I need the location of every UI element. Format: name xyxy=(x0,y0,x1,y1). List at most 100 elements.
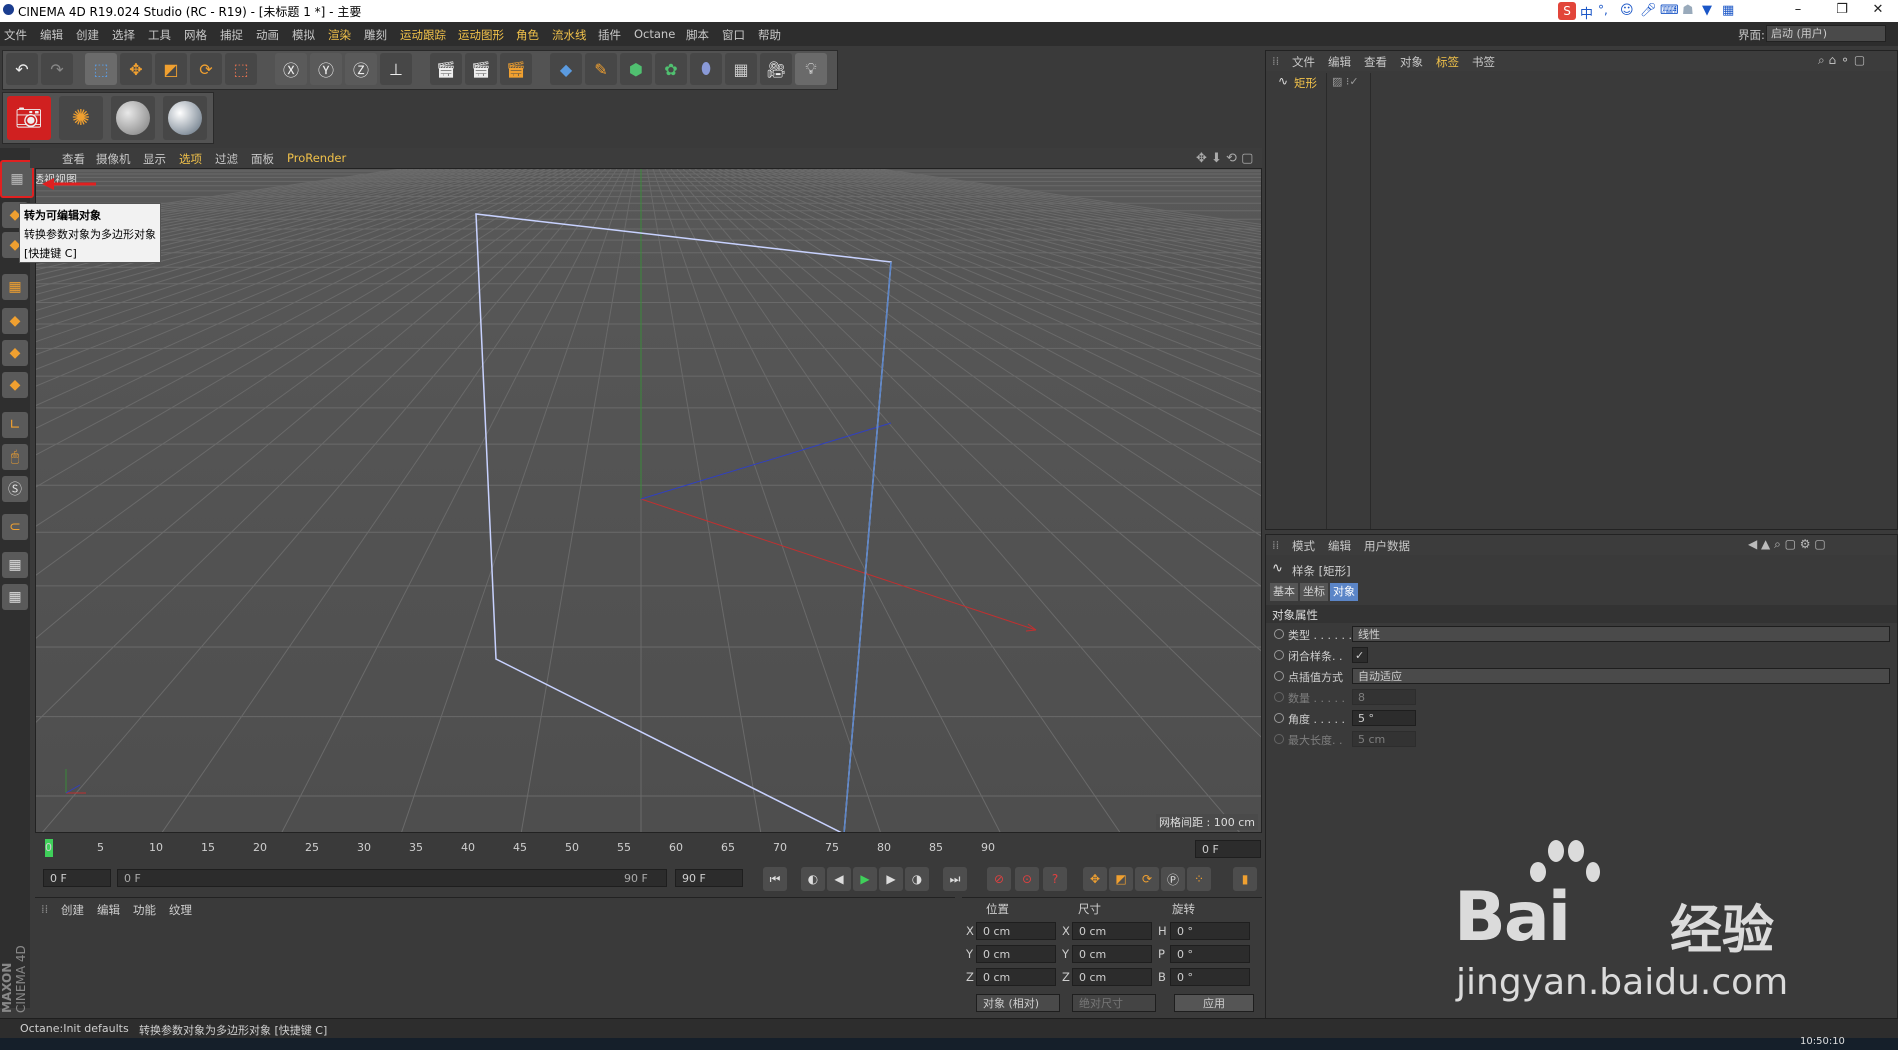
render-picture-viewer-button[interactable]: 🎬︎ xyxy=(465,53,497,85)
keyframe-selection-icon[interactable]: ? xyxy=(1043,867,1067,891)
size-y-field[interactable]: 0 cm xyxy=(1072,945,1152,963)
om-tab-tags[interactable]: 标签 xyxy=(1436,54,1459,70)
octane-live-viewer-icon[interactable]: 📷︎ xyxy=(7,96,51,140)
next-frame-icon[interactable]: ▶ xyxy=(879,867,903,891)
cloner-button[interactable]: ✿ xyxy=(655,53,687,85)
subtab-basic[interactable]: 基本 xyxy=(1270,583,1298,601)
key-parameter-icon[interactable]: Ⓟ xyxy=(1161,867,1185,891)
redo-button[interactable]: ↷ xyxy=(41,53,73,85)
menu-file[interactable]: 文件 xyxy=(4,27,27,43)
vp-nav-icons[interactable]: ✥ ⬇ ⟲ ▢ xyxy=(1196,151,1253,166)
skin-icon[interactable]: ▼ xyxy=(1702,3,1712,18)
menu-help[interactable]: 帮助 xyxy=(758,27,781,43)
close-button[interactable]: ✕ xyxy=(1858,2,1898,20)
mat-tab-edit[interactable]: 编辑 xyxy=(97,902,120,918)
menu-motion-tracking[interactable]: 运动跟踪 xyxy=(400,27,446,43)
frame-range-slider[interactable]: 0 F 90 F xyxy=(117,869,667,887)
object-item[interactable]: ∿ 矩形 xyxy=(1270,73,1326,91)
visibility-toggle-icon[interactable]: ▨ ⁝✓ xyxy=(1332,75,1359,88)
menu-edit[interactable]: 编辑 xyxy=(40,27,63,43)
menu-animate[interactable]: 动画 xyxy=(256,27,279,43)
camera-button[interactable]: 🎥︎ xyxy=(760,53,792,85)
end-frame-field[interactable]: 90 F xyxy=(675,869,743,887)
timeline-ruler[interactable]: 0 5 10 15 20 25 30 35 40 45 50 55 60 65 70 75 80 85 90 0 F xyxy=(35,836,1262,862)
z-axis-lock-button[interactable]: Ⓩ xyxy=(345,53,377,85)
menu-plugins[interactable]: 插件 xyxy=(598,27,621,43)
play-icon[interactable]: ▶ xyxy=(853,867,877,891)
radio-icon[interactable] xyxy=(1274,713,1284,723)
x-axis-lock-button[interactable]: Ⓧ xyxy=(275,53,307,85)
rotate-tool-button[interactable]: ⟳ xyxy=(190,53,222,85)
vp-menu-filter[interactable]: 过滤 xyxy=(215,151,238,167)
rot-b-field[interactable]: 0 ° xyxy=(1170,968,1250,986)
polygons-mode-button[interactable]: ◆ xyxy=(2,372,28,398)
current-frame-field[interactable]: 0 F xyxy=(1195,840,1261,858)
pos-y-field[interactable]: 0 cm xyxy=(976,945,1056,963)
menu-mograph[interactable]: 运动图形 xyxy=(458,27,504,43)
prev-frame-icon[interactable]: ◀ xyxy=(827,867,851,891)
pos-z-field[interactable]: 0 cm xyxy=(976,968,1056,986)
menu-render[interactable]: 渲染 xyxy=(328,27,351,43)
menu-select[interactable]: 选择 xyxy=(112,27,135,43)
octane-glossy-material-icon[interactable] xyxy=(163,96,207,140)
mat-tab-create[interactable]: 创建 xyxy=(61,902,84,918)
vp-menu-prorender[interactable]: ProRender xyxy=(287,151,346,165)
om-tab-object[interactable]: 对象 xyxy=(1400,54,1423,70)
menu-tools[interactable]: 工具 xyxy=(148,27,171,43)
auto-key-icon[interactable]: ⊙ xyxy=(1015,867,1039,891)
move-tool-button[interactable]: ✥ xyxy=(120,53,152,85)
record-keys-icon[interactable]: ⊘ xyxy=(987,867,1011,891)
timeline-window-icon[interactable]: ▮ xyxy=(1233,867,1257,891)
angle-field[interactable]: 5 ° xyxy=(1352,710,1416,726)
menu-character[interactable]: 角色 xyxy=(516,27,539,43)
ime-toolbar[interactable]: S 中 °, ☺ 🎤︎ ⌨ ☗ ▼ ▦ xyxy=(1558,2,1758,22)
mic-icon[interactable]: 🎤︎ xyxy=(1640,3,1657,18)
select-tool-button[interactable]: ⬚ xyxy=(85,53,117,85)
octane-diffuse-material-icon[interactable] xyxy=(111,96,155,140)
sogou-icon[interactable]: S xyxy=(1558,2,1576,20)
vp-menu-display[interactable]: 显示 xyxy=(143,151,166,167)
radio-icon[interactable] xyxy=(1274,650,1284,660)
start-frame-field[interactable]: 0 F xyxy=(43,869,111,887)
snap-button[interactable]: Ⓢ xyxy=(2,476,28,502)
pen-spline-button[interactable]: ✎ xyxy=(585,53,617,85)
y-axis-lock-button[interactable]: Ⓨ xyxy=(310,53,342,85)
keyboard-icon[interactable]: ⌨ xyxy=(1660,3,1679,18)
goto-start-icon[interactable]: ⏮ xyxy=(763,867,787,891)
workplane-button[interactable]: ▦ xyxy=(2,274,28,300)
deformer-button[interactable]: ⬮ xyxy=(690,53,722,85)
mat-tab-function[interactable]: 功能 xyxy=(133,902,156,918)
rot-p-field[interactable]: 0 ° xyxy=(1170,945,1250,963)
prev-key-icon[interactable]: ◐ xyxy=(801,867,825,891)
light-button[interactable]: 💡︎ xyxy=(795,53,827,85)
vp-menu-view[interactable]: 查看 xyxy=(62,151,85,167)
menu-create[interactable]: 创建 xyxy=(76,27,99,43)
floor-button[interactable]: ▦ xyxy=(725,53,757,85)
om-tab-view[interactable]: 查看 xyxy=(1364,54,1387,70)
am-nav-icons[interactable]: ◀ ▲ ⌕ ▢ ⚙ ▢ xyxy=(1748,537,1826,552)
mat-tab-texture[interactable]: 纹理 xyxy=(169,902,192,918)
key-scale-icon[interactable]: ◩ xyxy=(1109,867,1133,891)
minimize-button[interactable]: – xyxy=(1778,2,1818,20)
restore-button[interactable]: ❐ xyxy=(1822,2,1862,20)
type-dropdown[interactable]: 线性 xyxy=(1352,626,1890,642)
edges-mode-button[interactable]: ◆ xyxy=(2,340,28,366)
scale-tool-button[interactable]: ◩ xyxy=(155,53,187,85)
make-editable-button[interactable]: ▦ xyxy=(0,160,34,198)
key-position-icon[interactable]: ✥ xyxy=(1083,867,1107,891)
emoji-icon[interactable]: ☺ xyxy=(1620,3,1634,18)
interpolation-dropdown[interactable]: 自动适应 xyxy=(1352,668,1890,684)
subtab-coord[interactable]: 坐标 xyxy=(1300,583,1328,601)
pos-x-field[interactable]: 0 cm xyxy=(976,922,1056,940)
am-tab-mode[interactable]: 模式 xyxy=(1292,538,1315,554)
om-search-icons[interactable]: ⌕ ⌂ ⚬ ▢ xyxy=(1818,53,1865,68)
size-mode-dropdown[interactable]: 绝对尺寸 xyxy=(1072,994,1156,1012)
key-pla-icon[interactable]: ⁘ xyxy=(1187,867,1211,891)
lock-workplane-button[interactable]: ▦ xyxy=(2,552,28,578)
octane-settings-icon[interactable]: ✺ xyxy=(59,96,103,140)
render-settings-button[interactable]: 🎬︎ xyxy=(500,53,532,85)
vp-menu-camera[interactable]: 摄像机 xyxy=(96,151,131,167)
layout-dropdown[interactable]: 启动 (用户) xyxy=(1766,25,1886,42)
am-tab-edit[interactable]: 编辑 xyxy=(1328,538,1351,554)
next-key-icon[interactable]: ◑ xyxy=(905,867,929,891)
